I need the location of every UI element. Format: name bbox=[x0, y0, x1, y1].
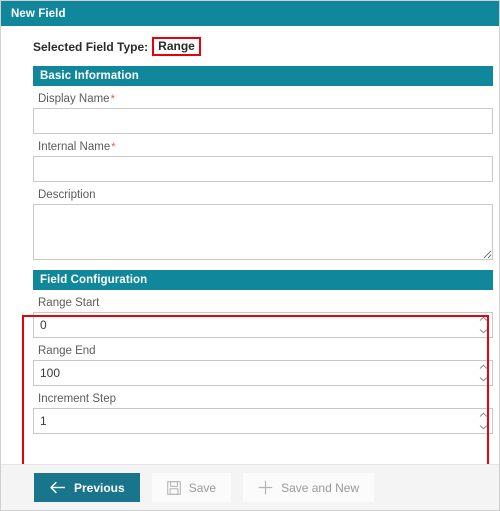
field-display-name: Display Name* bbox=[33, 93, 493, 134]
save-and-new-button[interactable]: Save and New bbox=[243, 473, 375, 502]
previous-button[interactable]: Previous bbox=[34, 473, 140, 502]
display-name-required-marker: * bbox=[110, 93, 115, 105]
range-start-spinner[interactable] bbox=[477, 313, 489, 337]
field-internal-name: Internal Name* bbox=[33, 141, 493, 182]
chevron-down-icon[interactable] bbox=[479, 328, 488, 335]
dialog-footer: Previous Save Save and New bbox=[1, 464, 499, 510]
range-end-spinner[interactable] bbox=[477, 361, 489, 385]
plus-icon bbox=[258, 480, 273, 495]
increment-step-input[interactable] bbox=[33, 408, 493, 434]
selected-field-type-value: Range bbox=[152, 37, 201, 56]
section-header-basic-information: Basic Information bbox=[33, 66, 493, 86]
selected-field-type: Selected Field Type: Range bbox=[33, 37, 493, 56]
new-field-dialog: New Field Selected Field Type: Range Bas… bbox=[0, 0, 500, 511]
range-end-input-wrapper bbox=[33, 360, 493, 386]
chevron-up-icon[interactable] bbox=[479, 412, 488, 419]
field-description: Description bbox=[33, 189, 493, 260]
internal-name-input[interactable] bbox=[33, 156, 493, 182]
description-textarea[interactable] bbox=[33, 204, 493, 260]
increment-step-input-wrapper bbox=[33, 408, 493, 434]
chevron-up-icon[interactable] bbox=[479, 316, 488, 323]
field-range-start: Range Start bbox=[33, 297, 493, 338]
selected-field-type-label: Selected Field Type: bbox=[33, 39, 149, 54]
dialog-content: Selected Field Type: Range Basic Informa… bbox=[1, 26, 499, 464]
section-header-field-configuration: Field Configuration bbox=[33, 270, 493, 290]
field-increment-step: Increment Step bbox=[33, 393, 493, 434]
previous-button-label: Previous bbox=[74, 480, 125, 495]
chevron-up-icon[interactable] bbox=[479, 364, 488, 371]
save-and-new-button-label: Save and New bbox=[281, 480, 360, 495]
range-start-input-wrapper bbox=[33, 312, 493, 338]
description-label: Description bbox=[38, 189, 96, 201]
arrow-left-icon bbox=[49, 481, 66, 494]
internal-name-required-marker: * bbox=[111, 141, 116, 153]
internal-name-label-text: Internal Name bbox=[38, 141, 111, 153]
increment-step-spinner[interactable] bbox=[477, 409, 489, 433]
display-name-label-text: Display Name bbox=[38, 93, 110, 105]
save-button-label: Save bbox=[188, 480, 217, 495]
field-range-end: Range End bbox=[33, 345, 493, 386]
dialog-title: New Field bbox=[11, 7, 66, 20]
display-name-input[interactable] bbox=[33, 108, 493, 134]
range-end-label: Range End bbox=[38, 345, 96, 357]
floppy-disk-save-icon bbox=[166, 480, 181, 495]
chevron-down-icon[interactable] bbox=[479, 424, 488, 431]
display-name-label: Display Name* bbox=[38, 93, 493, 105]
internal-name-label: Internal Name* bbox=[38, 141, 493, 153]
save-button[interactable]: Save bbox=[151, 473, 232, 502]
chevron-down-icon[interactable] bbox=[479, 376, 488, 383]
increment-step-label: Increment Step bbox=[38, 393, 116, 405]
dialog-titlebar: New Field bbox=[1, 1, 499, 26]
range-end-input[interactable] bbox=[33, 360, 493, 386]
range-start-input[interactable] bbox=[33, 312, 493, 338]
range-start-label: Range Start bbox=[38, 297, 100, 309]
